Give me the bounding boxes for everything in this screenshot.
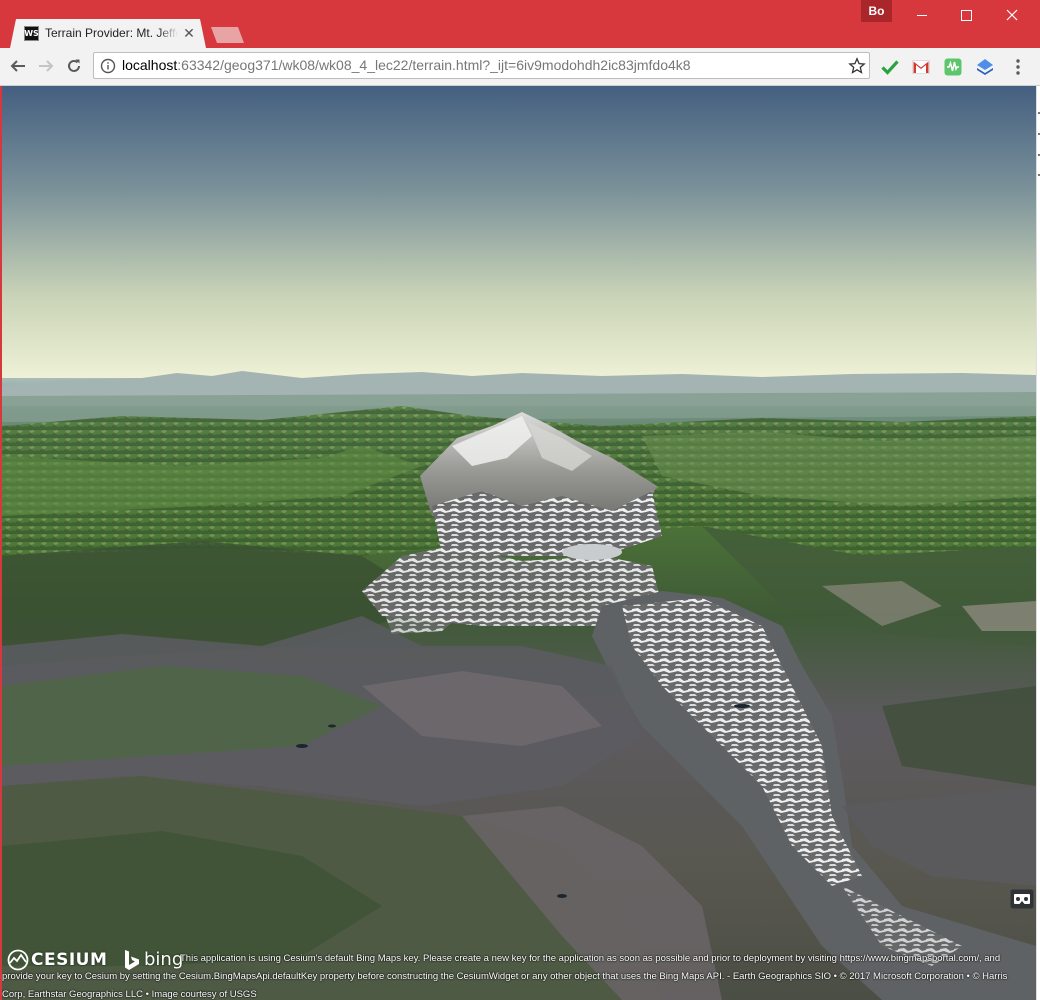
tab-title: Terrain Provider: Mt. Jefferson [45,26,178,40]
url-host: localhost [122,57,178,73]
reload-button[interactable] [62,54,86,78]
url-path: :63342/geog371/wk08/wk08_4_lec22/terrain… [177,57,691,73]
check-icon[interactable] [880,57,900,77]
cesium-3d-viewport[interactable]: CESIUM bing This application is using Ce… [2,86,1036,1000]
blue-extension-icon[interactable] [975,57,995,77]
arrow-right-icon [39,60,54,72]
vr-button[interactable] [1010,889,1034,909]
page-edge-strip [1036,86,1040,1000]
kebab-menu-icon[interactable] [1008,57,1028,77]
bing-maps-credit-text: This application is using Cesium's defau… [2,953,1008,1000]
browser-tab-active[interactable]: WS Terrain Provider: Mt. Jefferson ✕ [10,19,206,48]
cesium-credit-container: CESIUM bing This application is using Ce… [2,948,1036,1000]
vr-headset-icon [1014,894,1030,904]
reload-icon [68,59,80,72]
green-extension-icon[interactable] [943,57,963,77]
gmail-icon[interactable] [911,57,931,77]
close-icon [1006,9,1018,21]
profile-badge[interactable]: Bo [861,0,892,22]
address-bar[interactable]: localhost:63342/geog371/wk08/wk08_4_lec2… [93,52,870,79]
new-tab-button[interactable] [211,27,244,43]
browser-toolbar: localhost:63342/geog371/wk08/wk08_4_lec2… [0,48,1040,86]
arrow-left-icon [10,60,25,72]
url-text[interactable]: localhost:63342/geog371/wk08/wk08_4_lec2… [122,57,691,73]
minimize-icon [917,14,927,16]
tab-close-icon[interactable]: ✕ [182,25,196,41]
window-close-button[interactable] [990,0,1034,30]
info-icon[interactable] [100,58,116,74]
forward-button[interactable] [34,54,58,78]
window-minimize-button[interactable] [900,0,944,30]
bookmark-star-icon[interactable] [848,57,866,75]
webstorm-favicon-icon: WS [24,26,39,41]
back-button[interactable] [6,54,30,78]
window-maximize-button[interactable] [944,0,988,30]
terrain-scene[interactable] [2,86,1036,1000]
maximize-icon [960,9,972,21]
browser-title-bar: WS Terrain Provider: Mt. Jefferson ✕ Bo [0,0,1040,48]
